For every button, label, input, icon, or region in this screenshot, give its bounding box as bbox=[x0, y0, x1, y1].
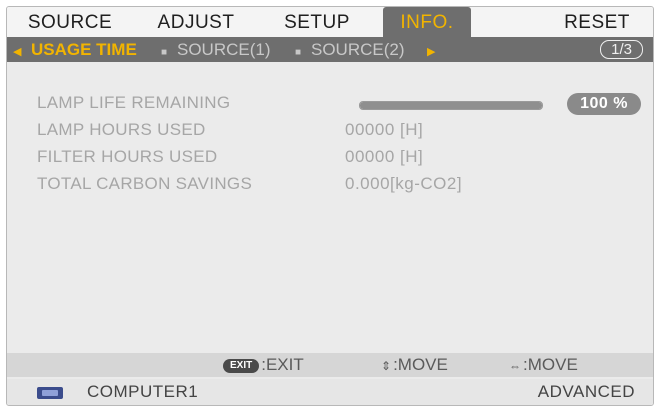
subtab-source-2[interactable]: SOURCE(2) bbox=[311, 37, 405, 62]
page-indicator: 1/3 bbox=[600, 40, 643, 59]
move-updown-label: :MOVE bbox=[393, 355, 448, 374]
right-arrow-icon[interactable]: ▶ bbox=[427, 37, 435, 62]
left-arrow-icon[interactable]: ◀ bbox=[13, 37, 21, 62]
subtab-usage-time[interactable]: USAGE TIME bbox=[31, 37, 137, 62]
updown-arrows-icon: ⇕ bbox=[381, 359, 392, 373]
menu-tab-info[interactable]: INFO. bbox=[383, 7, 471, 37]
lamp-life-progress-bar bbox=[359, 101, 543, 110]
move-leftright-hint: ⇔:MOVE bbox=[509, 353, 578, 377]
menu-tab-source[interactable]: SOURCE bbox=[21, 7, 119, 37]
computer-input-icon bbox=[37, 387, 63, 399]
move-leftright-label: :MOVE bbox=[523, 355, 578, 374]
menu-tab-adjust[interactable]: ADJUST bbox=[147, 7, 245, 37]
menu-mode: ADVANCED bbox=[537, 382, 635, 401]
separator-dot-icon: ■ bbox=[295, 47, 302, 58]
exit-hint-label: :EXIT bbox=[261, 355, 304, 374]
exit-key-icon: EXIT bbox=[223, 359, 260, 373]
lamp-life-percent-badge: 100 % bbox=[567, 93, 641, 115]
lamp-life-progress-fill bbox=[360, 102, 542, 109]
lamp-hours-used-label: LAMP HOURS USED bbox=[37, 120, 206, 139]
leftright-arrows-icon: ⇔ bbox=[509, 359, 521, 373]
main-menu-bar: SOURCE ADJUST SETUP INFO. RESET bbox=[7, 7, 653, 37]
help-footer: EXIT:EXIT ⇕:MOVE ⇔:MOVE bbox=[7, 353, 653, 377]
menu-tab-reset[interactable]: RESET bbox=[555, 7, 639, 37]
lamp-life-remaining-label: LAMP LIFE REMAINING bbox=[37, 93, 231, 112]
lamp-hours-used-value: 00000 [H] bbox=[345, 120, 424, 139]
filter-hours-used-value: 00000 [H] bbox=[345, 147, 424, 166]
projector-osd-menu: SOURCE ADJUST SETUP INFO. RESET ◀ USAGE … bbox=[6, 6, 654, 406]
subtab-source-1[interactable]: SOURCE(1) bbox=[177, 37, 271, 62]
sub-tab-bar: ◀ USAGE TIME ■ SOURCE(1) ■ SOURCE(2) ▶ 1… bbox=[7, 37, 653, 62]
total-carbon-savings-label: TOTAL CARBON SAVINGS bbox=[37, 174, 253, 193]
exit-hint: EXIT:EXIT bbox=[223, 353, 304, 377]
status-bar: COMPUTER1 ADVANCED bbox=[7, 379, 653, 405]
menu-tab-setup[interactable]: SETUP bbox=[275, 7, 359, 37]
filter-hours-used-label: FILTER HOURS USED bbox=[37, 147, 218, 166]
separator-dot-icon: ■ bbox=[161, 47, 168, 58]
move-updown-hint: ⇕:MOVE bbox=[381, 353, 448, 377]
total-carbon-savings-value: 0.000[kg-CO2] bbox=[345, 174, 463, 193]
input-source-name: COMPUTER1 bbox=[87, 382, 199, 401]
